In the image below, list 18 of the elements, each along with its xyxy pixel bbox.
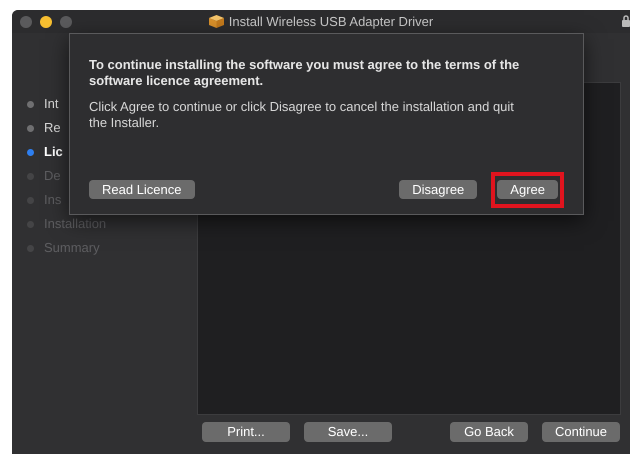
- footer-button[interactable]: Save...: [304, 422, 392, 442]
- sheet-button[interactable]: Agree: [497, 180, 558, 199]
- footer-button[interactable]: Print...: [202, 422, 290, 442]
- sheet-title: To continue installing the software you must agree to the terms of the software licence agreement.: [89, 57, 520, 89]
- minimize-icon[interactable]: [40, 16, 52, 28]
- footer-button[interactable]: Continue: [542, 422, 620, 442]
- sheet-message: Click Agree to continue or click Disagree to cancel the installation and quit the Installer.: [89, 99, 515, 131]
- close-icon[interactable]: [20, 16, 32, 28]
- lock-icon: [622, 15, 630, 27]
- read-licence-button[interactable]: Read Licence: [89, 180, 194, 199]
- window-title: Install Wireless USB Adapter Driver: [228, 12, 434, 31]
- step-label: Lic: [44, 143, 63, 162]
- package-icon: [208, 15, 224, 28]
- footer-button[interactable]: Go Back: [450, 422, 528, 442]
- zoom-icon[interactable]: [60, 16, 72, 28]
- step-label: Int: [44, 95, 58, 114]
- step-label: Re: [44, 119, 61, 138]
- sheet-button[interactable]: Disagree: [399, 180, 478, 199]
